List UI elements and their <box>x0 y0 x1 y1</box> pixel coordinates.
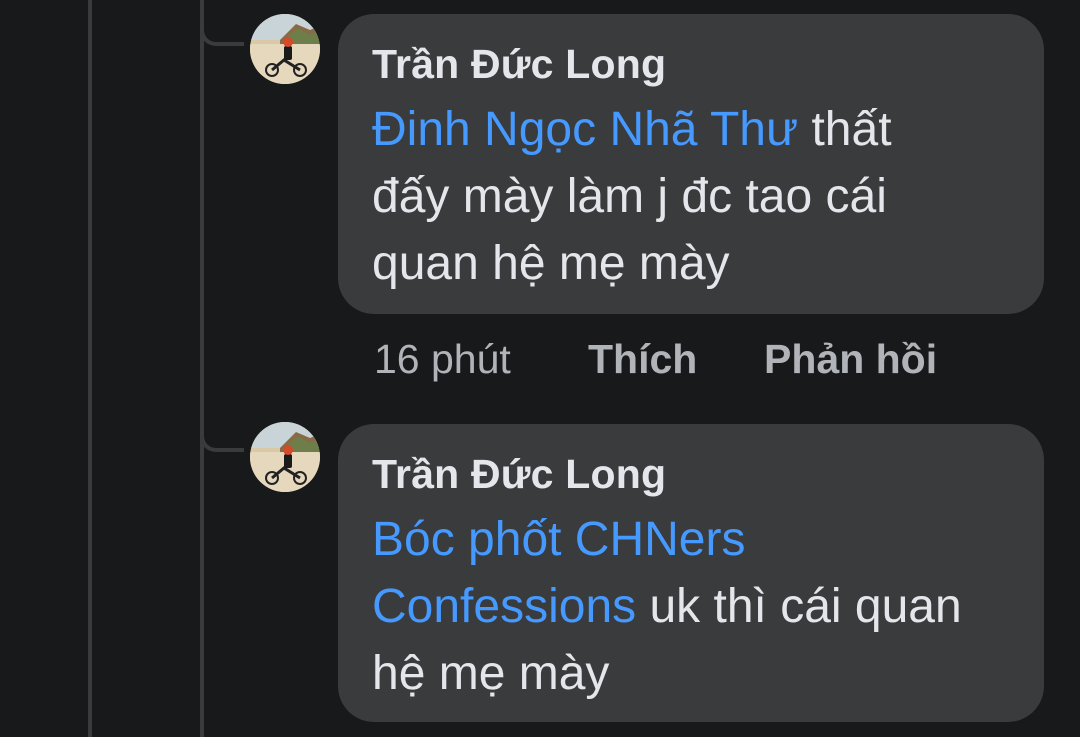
avatar-image <box>250 14 320 84</box>
mention-link[interactable]: Đinh Ngọc Nhã Thư <box>372 103 798 156</box>
comment-actions: 16 phút Thích Phản hồi <box>374 336 937 383</box>
comment-timestamp[interactable]: 16 phút <box>374 336 588 383</box>
reply-button[interactable]: Phản hồi <box>764 336 937 383</box>
comment-thread: Trần Đức Long Đinh Ngọc Nhã Thư thất đấy… <box>0 0 1080 737</box>
comment-text: Đinh Ngọc Nhã Thư thất đấy mày làm j đc … <box>372 96 972 297</box>
avatar[interactable] <box>250 14 320 84</box>
comment-author[interactable]: Trần Đức Long <box>372 450 1010 498</box>
comment-author[interactable]: Trần Đức Long <box>372 40 1010 88</box>
avatar-image <box>250 422 320 492</box>
thread-line-inner <box>200 0 204 737</box>
comment-text: Bóc phốt CHNers Confessions uk thì cái q… <box>372 506 972 707</box>
avatar[interactable] <box>250 422 320 492</box>
reply-connector <box>200 412 244 452</box>
like-button[interactable]: Thích <box>588 336 764 383</box>
thread-line-outer <box>88 0 92 737</box>
reply-connector <box>200 6 244 46</box>
comment-bubble: Trần Đức Long Đinh Ngọc Nhã Thư thất đấy… <box>338 14 1044 314</box>
comment-bubble: Trần Đức Long Bóc phốt CHNers Confession… <box>338 424 1044 722</box>
